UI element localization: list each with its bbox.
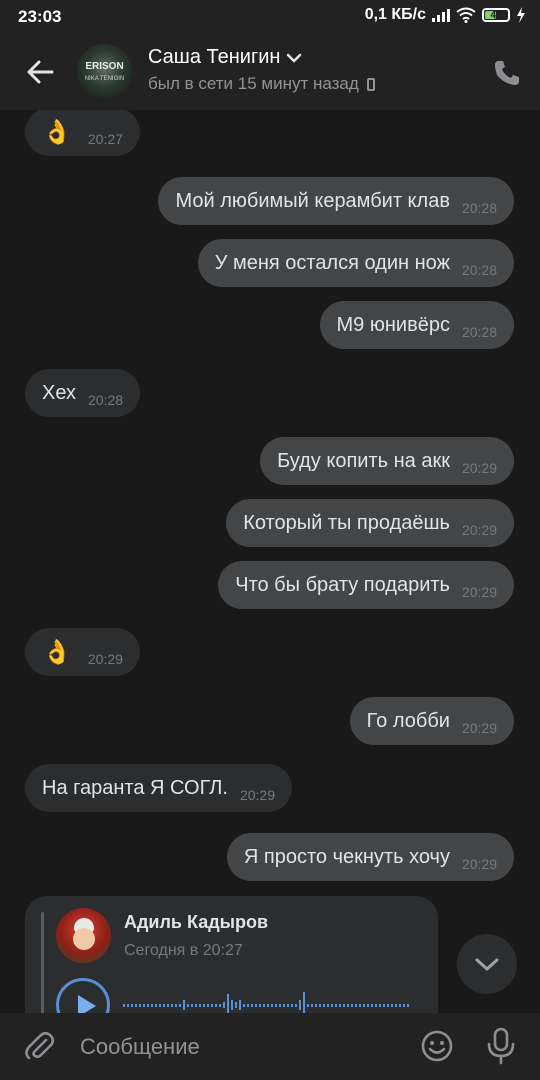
status-bar: 23:03 0,1 КБ/с 47 <box>0 0 540 34</box>
forwarded-voice-message[interactable]: Адиль Кадыров Сегодня в 20:27 <box>25 896 438 1013</box>
message-text: Го лобби <box>366 709 450 732</box>
message-bubble[interactable]: Буду копить на акк 20:29 <box>260 437 514 485</box>
message-bubble[interactable]: Хех 20:28 <box>25 369 141 417</box>
contact-name-label: Саша Тенигин <box>148 46 281 68</box>
message-bubble[interactable]: Мой любимый керамбит клав 20:28 <box>158 177 514 225</box>
charging-icon <box>517 7 525 23</box>
smile-icon[interactable] <box>420 1029 454 1063</box>
message-time: 20:28 <box>461 262 497 278</box>
forward-indicator-bar <box>41 912 44 1013</box>
microphone-icon[interactable] <box>485 1027 517 1065</box>
chevron-down-icon <box>475 958 499 971</box>
status-time: 23:03 <box>18 7 62 26</box>
forward-date: Сегодня в 20:27 <box>124 942 243 959</box>
message-bubble[interactable]: Который ты продаёшь 20:29 <box>226 499 514 547</box>
message-text: Что бы брату подарить <box>235 573 450 596</box>
scroll-down-button[interactable] <box>457 934 517 994</box>
message-bubble[interactable]: Я просто чекнуть хочу 20:29 <box>226 833 514 881</box>
message-bubble[interactable]: 👌 20:29 <box>25 628 140 676</box>
message-time: 20:28 <box>461 200 497 216</box>
chat-header: ERISON NIKA TENIGIN Саша Тенигин был в с… <box>0 34 540 110</box>
avatar-subtitle: NIKA TENIGIN <box>84 76 125 82</box>
message-text: Который ты продаёшь <box>243 511 450 534</box>
message-bubble[interactable]: Что бы брату подарить 20:29 <box>218 561 514 609</box>
message-bubble[interactable]: 👌 20:27 <box>25 110 140 156</box>
message-time: 20:29 <box>461 856 497 872</box>
message-time: 20:29 <box>461 460 497 476</box>
battery-level: 47 <box>490 9 502 21</box>
message-input[interactable]: Сообщение <box>80 1034 200 1060</box>
message-bubble[interactable]: На гаранта Я СОГЛ. 20:29 <box>25 764 293 812</box>
message-text: М9 юнивёрс <box>336 313 450 336</box>
message-composer: Сообщение <box>0 1013 540 1080</box>
message-emoji: 👌 <box>42 638 72 666</box>
battery-icon: 47 <box>482 8 510 22</box>
message-text: Буду копить на акк <box>277 449 450 472</box>
message-time: 20:28 <box>88 392 124 408</box>
arrow-left-icon[interactable] <box>22 54 58 90</box>
forward-author-avatar[interactable] <box>56 908 111 963</box>
voice-waveform[interactable] <box>123 988 413 1013</box>
message-time: 20:27 <box>87 131 123 147</box>
message-text: Хех <box>42 381 77 404</box>
message-time: 20:28 <box>461 324 497 340</box>
message-text: На гаранта Я СОГЛ. <box>42 776 228 799</box>
message-time: 20:29 <box>461 720 497 736</box>
message-time: 20:29 <box>239 787 276 803</box>
last-seen: был в сети 15 минут назад <box>148 74 359 93</box>
message-bubble[interactable]: У меня остался один нож 20:28 <box>197 239 514 287</box>
avatar-title: ERISON <box>85 61 124 72</box>
chevron-down-icon <box>287 53 302 63</box>
avatar[interactable]: ERISON NIKA TENIGIN <box>77 44 132 99</box>
message-text: Я просто чекнуть хочу <box>243 845 450 868</box>
message-text: Мой любимый керамбит клав <box>175 189 450 212</box>
forward-author-name[interactable]: Адиль Кадыров <box>124 912 268 933</box>
message-emoji: 👌 <box>42 118 72 146</box>
network-speed: 0,1 КБ/с <box>364 6 426 23</box>
message-bubble[interactable]: М9 юнивёрс 20:28 <box>319 301 514 349</box>
message-text: У меня остался один нож <box>214 251 450 274</box>
status-indicators: 0,1 КБ/с 47 <box>365 6 526 24</box>
message-bubble[interactable]: Го лобби 20:29 <box>349 697 514 745</box>
play-icon[interactable] <box>56 978 110 1013</box>
paperclip-icon[interactable] <box>22 1029 56 1063</box>
phone-icon[interactable] <box>492 58 522 88</box>
message-time: 20:29 <box>87 651 123 667</box>
message-time: 20:29 <box>461 522 497 538</box>
message-list[interactable]: 👌 20:27 Мой любимый керамбит клав 20:28 … <box>0 110 540 1013</box>
wifi-icon <box>456 7 476 23</box>
message-time: 20:29 <box>461 584 497 600</box>
signal-icon <box>432 8 450 22</box>
contact-name[interactable]: Саша Тенигин <box>148 46 302 69</box>
contact-status: был в сети 15 минут назад <box>148 74 375 94</box>
mobile-icon <box>366 77 375 91</box>
